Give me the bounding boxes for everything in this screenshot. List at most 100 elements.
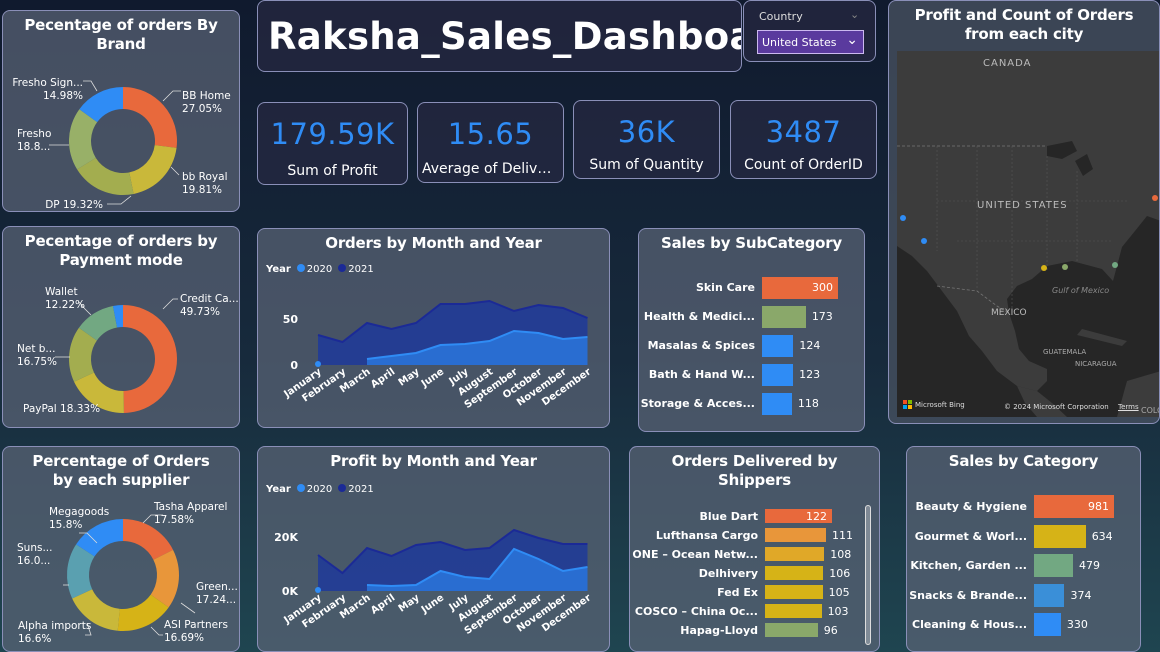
bar[interactable]	[1034, 524, 1086, 548]
map-title: Profit and Count of Orders from each cit…	[914, 6, 1134, 43]
donut-label: Suns...	[17, 542, 52, 554]
bar-value: 96	[823, 624, 838, 637]
bar[interactable]	[762, 335, 794, 357]
bar-value: 634	[1091, 529, 1113, 543]
microsoft-logo-icon	[903, 400, 912, 409]
bar-value: 106	[829, 567, 851, 580]
bar-row[interactable]: Fed Ex 105	[630, 585, 870, 599]
donut-label: ASI Partners	[164, 619, 228, 631]
kpi-orders-label: Count of OrderID	[744, 157, 863, 173]
city-dot	[1062, 264, 1068, 270]
donut-pct: 14.98%	[43, 90, 83, 102]
city-dot	[1112, 262, 1118, 268]
donut-pct: 15.8%	[49, 519, 82, 531]
bar-row[interactable]: Blue Dart 122	[630, 509, 870, 523]
subcategory-card: Sales by SubCategory Skin Care 300 Health …	[638, 228, 865, 432]
bar[interactable]	[765, 547, 825, 561]
bar-row[interactable]: Masalas & Spices 124	[639, 335, 864, 357]
bar-label: Beauty & Hygiene	[915, 500, 1027, 513]
bar[interactable]	[765, 604, 822, 618]
kpi-orders-value: 3487	[765, 115, 842, 149]
bar-row[interactable]: Kitchen, Garden ... 479	[907, 554, 1140, 577]
bar[interactable]	[765, 528, 826, 542]
bar[interactable]	[1034, 613, 1061, 636]
map-card: Profit and Count of Orders from each cit…	[888, 0, 1160, 424]
bar-label: Delhivery	[698, 567, 758, 580]
brand-donut-chart: BB Home27.05% bb Royal19.81% DP 19.32% Fres…	[12, 77, 230, 211]
bar[interactable]	[762, 364, 794, 386]
bar-value: 123	[799, 368, 821, 381]
profit-area-chart: 20K0KJanuaryFebruaryMarchApril MayJune Jul…	[274, 528, 593, 637]
donut-slice[interactable]	[129, 145, 177, 194]
bar[interactable]	[765, 623, 818, 637]
bar-row[interactable]: Skin Care 300	[639, 277, 864, 299]
bar-row[interactable]: Lufthansa Cargo 111	[630, 528, 870, 542]
bar[interactable]	[765, 566, 824, 580]
bar-row[interactable]: Bath & Hand W... 123	[639, 364, 864, 386]
country-filter-label: Country	[759, 10, 803, 23]
bar-row[interactable]: ONE – Ocean Netw... 108	[630, 547, 870, 561]
y-tick-label: 0K	[282, 585, 299, 598]
bar-value: 330	[1066, 618, 1088, 631]
bar-row[interactable]: Snacks & Brande... 374	[907, 583, 1140, 607]
legend-item-2020[interactable]: 2020	[296, 484, 332, 495]
bar[interactable]	[762, 393, 792, 415]
bar-row[interactable]: Beauty & Hygiene 981	[907, 495, 1140, 518]
map-label-nicaragua: NICARAGUA	[1075, 360, 1117, 368]
bar-row[interactable]: Delhivery 106	[630, 566, 870, 580]
donut-pct: 16.75%	[17, 356, 57, 368]
map-label-mexico: MEXICO	[991, 308, 1027, 318]
kpi-delivery-value: 15.65	[447, 117, 534, 151]
dashboard-title: Raksha_Sales_Dashboard	[268, 15, 741, 58]
map-label-gulf: Gulf of Mexico	[1052, 286, 1109, 295]
map-label-united-states: UNITED STATES	[977, 200, 1068, 211]
donut-pct: 18.8...	[17, 141, 50, 153]
map-area[interactable]: CANADA UNITED STATES MEXICO Gulf of Mexi…	[897, 51, 1160, 417]
bar-value: 124	[799, 339, 821, 352]
city-dot	[921, 238, 927, 244]
brand-donut-title: Pecentage of orders By Brand	[24, 16, 218, 53]
legend-item-2020[interactable]: 2020	[296, 264, 332, 275]
bar-row[interactable]: COSCO – China Oc... 103	[630, 604, 870, 618]
legend-item-2021[interactable]: 2021	[338, 264, 374, 275]
donut-pct: 27.05%	[182, 103, 222, 115]
category-card: Sales by Category Beauty & Hygiene 981 Gou…	[906, 446, 1141, 652]
bar[interactable]	[762, 306, 806, 328]
kpi-quantity-value: 36K	[617, 115, 676, 149]
bar-value: 300	[812, 281, 833, 294]
donut-pct: 16.6%	[18, 633, 51, 645]
bar-row[interactable]: Cleaning & Hous... 330	[907, 613, 1140, 636]
bar-row[interactable]: Storage & Acces... 118	[639, 393, 864, 415]
legend-item-2021[interactable]: 2021	[338, 484, 374, 495]
city-dot	[900, 215, 906, 221]
donut-label: Fresho	[17, 128, 51, 140]
scrollbar[interactable]	[865, 505, 871, 645]
bar-row[interactable]: Hapag-Lloyd 96	[630, 623, 870, 637]
donut-label: DP 19.32%	[45, 199, 103, 211]
bar-row[interactable]: Gourmet & Worl... 634	[907, 524, 1140, 548]
donut-slice[interactable]	[123, 305, 177, 413]
bar[interactable]	[1034, 583, 1065, 607]
bar-row[interactable]: Health & Medici... 173	[639, 306, 864, 328]
map-terms-link[interactable]: Terms	[1118, 403, 1139, 411]
y-tick-label: 50	[283, 313, 299, 326]
x-tick-label: June	[419, 592, 447, 616]
bar[interactable]	[765, 585, 823, 599]
bar-label: Kitchen, Garden ...	[910, 559, 1027, 572]
leader-line	[162, 90, 181, 102]
donut-pct: 12.22%	[45, 299, 85, 311]
payment-donut-card: Pecentage of orders by Payment mode Cred…	[2, 226, 240, 428]
bar-value: 981	[1088, 500, 1109, 513]
x-tick-label: June	[419, 366, 447, 390]
bar[interactable]	[1034, 554, 1074, 577]
payment-donut-chart: Credit Ca...49.73%PayPal 18.33%Net b...1…	[17, 286, 239, 415]
map-label-colombia: COLO	[1141, 406, 1160, 415]
payment-donut-title: Pecentage of orders by Payment mode	[24, 232, 218, 269]
map-label-guatemala: GUATEMALA	[1043, 348, 1086, 356]
leader-line	[107, 195, 132, 205]
country-select[interactable]: United States ⌄	[757, 30, 864, 54]
donut-label: Green...	[196, 581, 238, 593]
donut-slice[interactable]	[123, 87, 178, 148]
bar-value: 374	[1070, 588, 1092, 602]
bar-value: 479	[1079, 559, 1101, 572]
